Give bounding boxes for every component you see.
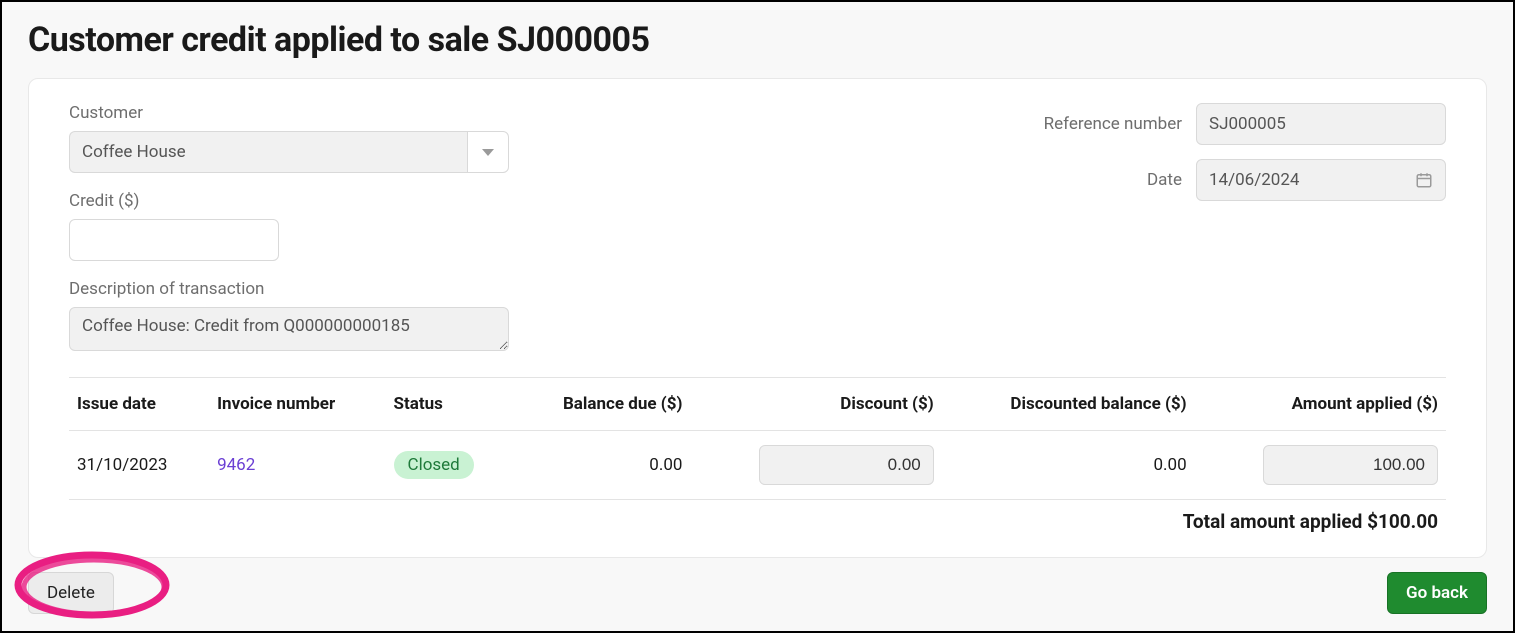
reference-input: SJ000005	[1196, 103, 1446, 145]
customer-select[interactable]: Coffee House	[69, 131, 509, 173]
total-value: $100.00	[1367, 510, 1438, 533]
col-balance-due: Balance due ($)	[512, 378, 690, 431]
col-issue-date: Issue date	[69, 378, 209, 431]
total-label: Total amount applied	[1183, 510, 1367, 533]
invoice-link[interactable]: 9462	[217, 455, 255, 475]
customer-select-value: Coffee House	[69, 131, 467, 173]
delete-button[interactable]: Delete	[28, 572, 114, 614]
col-invoice-number: Invoice number	[209, 378, 385, 431]
credit-lines-table: Issue date Invoice number Status Balance…	[69, 377, 1446, 500]
description-textarea[interactable]	[69, 307, 509, 351]
date-label: Date	[1147, 170, 1182, 190]
reference-value: SJ000005	[1209, 114, 1286, 134]
page-title: Customer credit applied to sale SJ000005	[28, 20, 1487, 60]
date-value: 14/06/2024	[1209, 170, 1299, 190]
table-row: 31/10/2023 9462 Closed 0.00 0.00	[69, 431, 1446, 500]
credit-input[interactable]	[69, 219, 279, 261]
col-discount: Discount ($)	[690, 378, 941, 431]
description-label: Description of transaction	[69, 279, 730, 299]
discount-input[interactable]	[759, 445, 934, 485]
reference-label: Reference number	[1044, 114, 1182, 134]
customer-label: Customer	[69, 103, 730, 123]
chevron-down-icon	[482, 149, 494, 156]
total-amount-row: Total amount applied $100.00	[69, 500, 1446, 547]
credit-card: Customer Coffee House Credit ($) Descrip…	[28, 78, 1487, 558]
customer-select-toggle[interactable]	[467, 131, 509, 173]
cell-issue-date: 31/10/2023	[69, 431, 209, 500]
calendar-icon	[1415, 171, 1433, 189]
col-amount-applied: Amount applied ($)	[1195, 378, 1446, 431]
col-discounted-balance: Discounted balance ($)	[942, 378, 1195, 431]
cell-balance-due: 0.00	[512, 431, 690, 500]
status-badge: Closed	[394, 451, 474, 479]
amount-applied-input[interactable]	[1263, 445, 1438, 485]
cell-discounted-balance: 0.00	[942, 431, 1195, 500]
col-status: Status	[386, 378, 513, 431]
date-input[interactable]: 14/06/2024	[1196, 159, 1446, 201]
go-back-button[interactable]: Go back	[1387, 572, 1487, 614]
credit-label: Credit ($)	[69, 191, 730, 211]
